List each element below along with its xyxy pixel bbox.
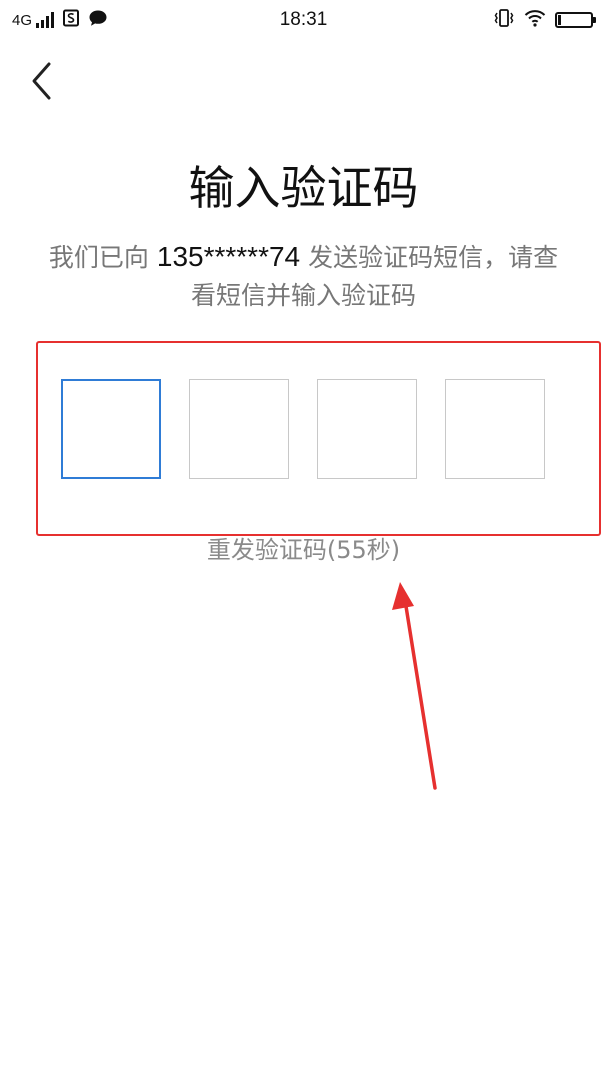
status-bar: 4G 18:31 [0, 0, 607, 42]
vibrate-icon [493, 8, 515, 32]
battery-level [558, 15, 561, 25]
code-box-4[interactable] [445, 379, 545, 479]
phone-number: 135******74 [156, 241, 301, 272]
code-box-2[interactable] [189, 379, 289, 479]
annotation-arrow-icon [392, 582, 437, 790]
status-bar-right [493, 8, 596, 32]
page-title: 输入验证码 [188, 161, 419, 215]
code-input-row [61, 379, 549, 481]
back-button[interactable] [22, 58, 62, 104]
battery-icon [555, 12, 596, 28]
wifi-icon [524, 9, 546, 31]
resend-code-button[interactable]: 重发验证码(55秒) [0, 530, 607, 570]
code-box-3[interactable] [317, 379, 417, 479]
sms-description: 我们已向 135******74 发送验证码短信，请查看短信并输入验证码 [40, 238, 567, 315]
chevron-left-icon [32, 62, 51, 100]
code-box-1[interactable] [61, 379, 161, 479]
description-prefix: 我们已向 [48, 243, 149, 272]
